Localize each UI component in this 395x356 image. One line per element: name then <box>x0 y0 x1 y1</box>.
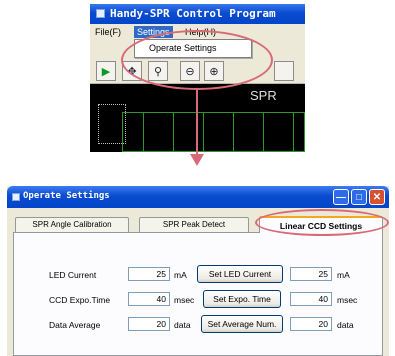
operate-settings-dialog: Operate Settings — □ ✕ SPR Angle Calibra… <box>7 186 389 356</box>
minimize-icon: — <box>336 191 346 203</box>
ccd-expo-time-field[interactable]: 40 <box>128 292 170 306</box>
dialog-title-bar: Operate Settings — □ ✕ <box>7 186 389 208</box>
minimize-button[interactable]: — <box>333 189 349 205</box>
app-title: Handy-SPR Control Program <box>110 7 276 20</box>
set-led-current-button[interactable]: Set LED Current <box>197 265 283 283</box>
grid-line <box>173 113 174 151</box>
callout-arrow-head <box>190 154 204 166</box>
ccd-expo-time-unit: msec <box>174 295 195 305</box>
expo-time-set-field[interactable]: 40 <box>290 292 332 306</box>
tab-highlight-ellipse <box>255 209 389 236</box>
grid-line <box>293 113 294 151</box>
set-average-num-button[interactable]: Set Average Num. <box>201 315 283 333</box>
grid-line <box>233 113 234 151</box>
led-current-label: LED Current <box>49 270 97 280</box>
grid-line <box>203 113 204 151</box>
play-button[interactable]: ▶ <box>96 61 116 81</box>
led-current-field[interactable]: 25 <box>128 267 170 281</box>
set-expo-time-button[interactable]: Set Expo. Time <box>203 290 281 308</box>
data-average-label: Data Average <box>49 320 101 330</box>
average-num-set-field[interactable]: 20 <box>290 317 332 331</box>
toolbar-button-extra[interactable] <box>274 61 294 81</box>
menu-file[interactable]: File(F) <box>92 26 124 38</box>
graph-grid <box>122 112 305 152</box>
average-num-set-unit: data <box>337 320 354 330</box>
maximize-button[interactable]: □ <box>351 189 367 205</box>
play-icon: ▶ <box>101 65 111 78</box>
app-window-icon <box>96 9 105 18</box>
tab-spr-peak-detect[interactable]: SPR Peak Detect <box>139 217 249 232</box>
led-current-set-field[interactable]: 25 <box>290 267 332 281</box>
canvas-label: SPR <box>250 88 277 103</box>
menu-highlight-ellipse <box>121 30 273 90</box>
close-button[interactable]: ✕ <box>369 189 385 205</box>
grid-line <box>143 113 144 151</box>
data-average-field[interactable]: 20 <box>128 317 170 331</box>
dialog-title: Operate Settings <box>23 191 110 201</box>
tab-spr-angle-calibration[interactable]: SPR Angle Calibration <box>15 217 129 232</box>
maximize-icon: □ <box>355 191 363 203</box>
callout-arrow-line <box>196 88 198 156</box>
expo-time-set-unit: msec <box>337 295 358 305</box>
data-average-unit: data <box>174 320 191 330</box>
app-title-bar: Handy-SPR Control Program <box>90 4 305 24</box>
close-icon: ✕ <box>372 191 382 203</box>
dialog-window-icon <box>12 193 20 201</box>
led-current-unit: mA <box>174 270 187 280</box>
ccd-expo-time-label: CCD Expo.Time <box>49 295 111 305</box>
grid-line <box>263 113 264 151</box>
led-current-set-unit: mA <box>337 270 350 280</box>
